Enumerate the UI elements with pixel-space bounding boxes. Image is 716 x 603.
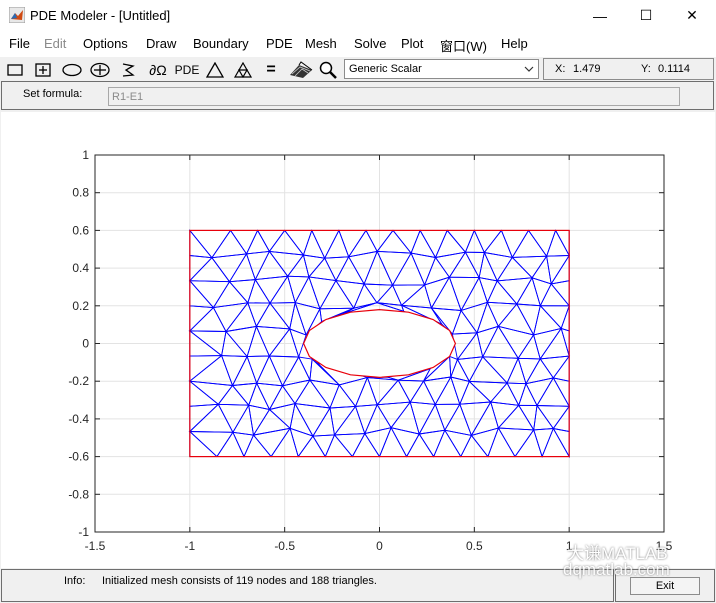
y-tick-label: 0 (82, 337, 89, 351)
rectangle-centered-icon (35, 62, 51, 77)
zoom-icon (319, 61, 337, 79)
menu-pde[interactable]: PDE (266, 36, 293, 51)
y-tick-label: -0.8 (68, 487, 89, 501)
draw-rectangle-button[interactable] (4, 59, 26, 80)
draw-centered-ellipse-button[interactable] (89, 59, 111, 80)
pde-spec-button[interactable]: PDE (173, 59, 201, 80)
y-tick-label: 1 (82, 148, 89, 162)
watermark: 大谦MATLAB dqmatlab.com (559, 537, 705, 585)
y-tick-label: 0.8 (72, 186, 89, 200)
y-tick-label: -0.2 (68, 374, 89, 388)
close-button[interactable]: ✕ (669, 0, 715, 31)
solve-icon: = (266, 60, 276, 78)
toolbar: ∂Ω PDE = Generic Scalar X: 1.479 Y: 0.11… (0, 57, 716, 83)
y-coord-value: 0.1114 (658, 63, 691, 75)
solve-button[interactable]: = (260, 59, 282, 80)
application-mode-value: Generic Scalar (349, 63, 422, 75)
boundary-mode-icon: ∂Ω (149, 61, 167, 78)
maximize-icon: ☐ (639, 7, 653, 23)
application-mode-select[interactable]: Generic Scalar (344, 59, 539, 79)
y-tick-label: 0.6 (72, 223, 89, 237)
x-tick-label: -1.5 (85, 539, 106, 553)
coordinate-readout: X: 1.479 Y: 0.1114 (543, 58, 714, 80)
maximize-button[interactable]: ☐ (623, 0, 669, 31)
menu-boundary[interactable]: Boundary (193, 36, 249, 51)
refine-mesh-icon (234, 61, 252, 78)
mesh-plot: -1.5 -1 -0.5 0 0.5 1 1.510.80.60.40.20-0.2-0.4… (68, 148, 672, 553)
formula-bar: Set formula: R1-E1 (1, 81, 714, 110)
chevron-down-icon (524, 64, 534, 76)
menu-file[interactable]: File (9, 36, 30, 51)
status-bar: Info: Initialized mesh consists of 119 n… (1, 569, 614, 602)
y-tick-label: 0.4 (72, 261, 89, 275)
initialize-mesh-button[interactable] (204, 59, 226, 80)
plot-icon (290, 60, 313, 78)
x-tick-label: -0.5 (274, 539, 295, 553)
title-bar: PDE Modeler - [Untitled] — ☐ ✕ (0, 0, 716, 31)
close-icon: ✕ (686, 7, 698, 23)
x-tick-label: 0 (376, 539, 383, 553)
draw-ellipse-button[interactable] (61, 59, 83, 80)
window-title: PDE Modeler - [Untitled] (30, 8, 171, 23)
minimize-button[interactable]: — (577, 0, 623, 31)
y-tick-label: -1 (78, 525, 89, 539)
watermark-line2: dqmatlab.com (563, 560, 670, 579)
zoom-button[interactable] (317, 59, 339, 80)
set-formula-label: Set formula: (23, 88, 83, 100)
y-tick-label: 0.2 (72, 299, 89, 313)
menu-plot[interactable]: Plot (401, 36, 423, 51)
ellipse-centered-icon (90, 62, 110, 77)
menu-mesh[interactable]: Mesh (305, 36, 337, 51)
menu-help[interactable]: Help (501, 36, 528, 51)
info-text: Initialized mesh consists of 119 nodes a… (102, 575, 377, 587)
draw-centered-rectangle-button[interactable] (32, 59, 54, 80)
menu-edit[interactable]: Edit (44, 36, 66, 51)
menu-window[interactable]: 窗口(W) (440, 36, 487, 55)
set-formula-input[interactable]: R1-E1 (108, 87, 680, 106)
refine-mesh-button[interactable] (232, 59, 254, 80)
menu-solve[interactable]: Solve (354, 36, 387, 51)
plot-solution-button[interactable] (288, 59, 314, 80)
pde-spec-icon: PDE (174, 62, 200, 77)
menu-bar: File Edit Options Draw Boundary PDE Mesh… (0, 31, 716, 57)
boundary-mode-button[interactable]: ∂Ω (146, 59, 170, 80)
x-tick-label: 0.5 (466, 539, 483, 553)
boundary-ellipse-hole (302, 308, 457, 379)
menu-options[interactable]: Options (83, 36, 128, 51)
menu-draw[interactable]: Draw (146, 36, 176, 51)
draw-polygon-button[interactable] (117, 59, 139, 80)
info-label: Info: (64, 575, 86, 587)
y-coord-label: Y: (641, 63, 651, 75)
matlab-app-icon (9, 7, 25, 23)
ellipse-icon (62, 63, 82, 76)
init-mesh-icon (206, 61, 224, 78)
x-coord-value: 1.479 (573, 63, 601, 75)
x-coord-label: X: (555, 63, 566, 75)
x-tick-label: -1 (184, 539, 195, 553)
polygon-icon (122, 62, 135, 77)
y-tick-label: -0.6 (68, 450, 89, 464)
minimize-icon: — (593, 7, 607, 24)
rectangle-icon (7, 63, 23, 76)
drawing-canvas[interactable]: -1.5 -1 -0.5 0 0.5 1 1.5 1 0.8 0.6 0.4 0.2 0 -0.2 -0.4… (1, 112, 715, 568)
y-tick-label: -0.4 (68, 412, 89, 426)
